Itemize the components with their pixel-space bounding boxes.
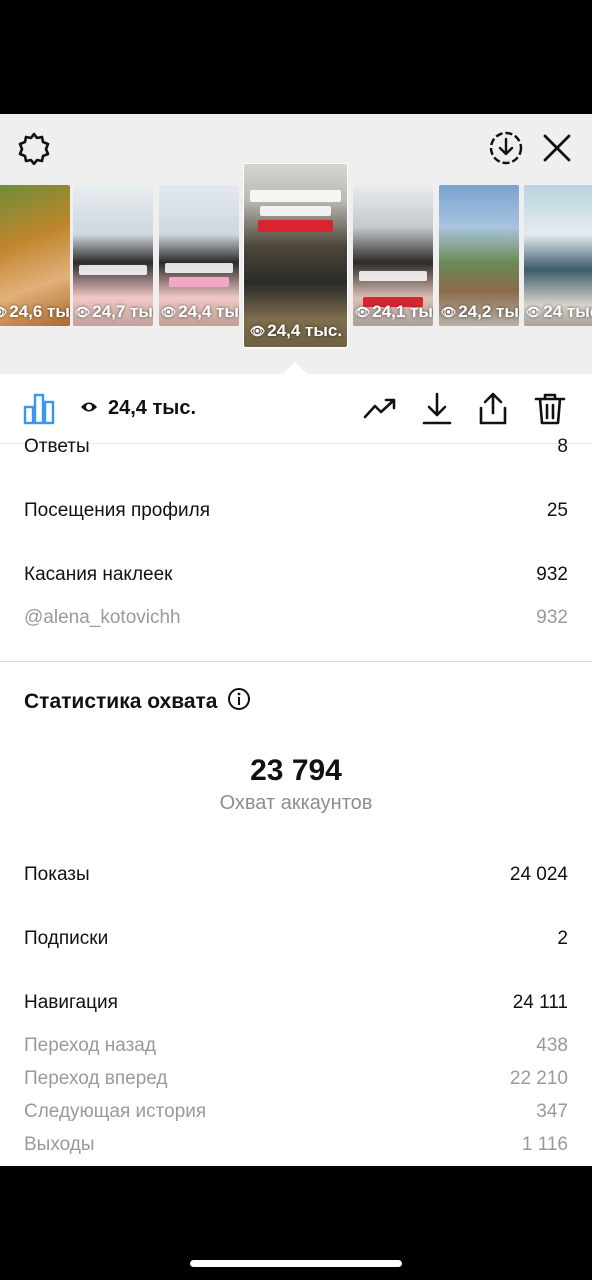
eye-icon: 👁 xyxy=(441,305,457,319)
row-value: 347 xyxy=(536,1101,568,1122)
share-icon[interactable] xyxy=(474,390,512,428)
reach-total-label: Охват аккаунтов xyxy=(219,792,373,814)
story-thumbnail[interactable]: 👁24,7 тыс. xyxy=(73,185,153,326)
story-thumbnail[interactable]: 👁24,4 тыс. xyxy=(159,185,239,326)
info-icon[interactable] xyxy=(227,687,251,717)
thumbnail-views: 👁24,2 тыс. xyxy=(441,302,519,322)
interaction-row-sticker-taps: Касания наклеек 932 xyxy=(24,564,568,586)
row-label: Показы xyxy=(24,864,90,885)
story-mention-sticker xyxy=(169,277,229,287)
navigation-row-exits: Выходы 1 116 xyxy=(24,1134,568,1156)
row-label: Переход назад xyxy=(24,1035,156,1056)
story-caption xyxy=(165,263,233,273)
thumbnail-views: 👁24,4 тыс. xyxy=(161,302,239,322)
thumbnail-views-label: 24,2 тыс. xyxy=(458,302,519,321)
eye-icon: 👁 xyxy=(75,305,91,319)
story-thumbnail-selected[interactable]: 👁 24,4 тыс. xyxy=(244,164,347,347)
section-divider xyxy=(0,661,592,662)
home-indicator[interactable] xyxy=(190,1260,402,1267)
close-icon[interactable] xyxy=(537,128,577,168)
save-story-icon[interactable] xyxy=(486,128,526,168)
thumbnail-views-label: 24 тыс. xyxy=(543,302,592,321)
thumbnail-views: 👁24,6 тыс. xyxy=(0,302,70,322)
navigation-row-next-story: Следующая история 347 xyxy=(24,1101,568,1123)
eye-icon: 👁 xyxy=(355,305,371,319)
status-bar-area xyxy=(0,0,592,114)
eye-icon: 👁 xyxy=(161,305,177,319)
reach-row-navigation: Навигация 24 111 xyxy=(24,992,568,1014)
row-value: 438 xyxy=(536,1035,568,1056)
download-icon[interactable] xyxy=(418,390,456,428)
story-caption xyxy=(260,206,331,216)
thumbnail-views-label: 24,7 тыс. xyxy=(92,302,153,321)
eye-icon xyxy=(80,397,98,420)
row-label: Касания наклеек xyxy=(24,564,173,585)
row-value: 25 xyxy=(546,500,568,521)
row-label: Посещения профиля xyxy=(24,500,210,521)
selected-pointer xyxy=(283,362,307,374)
reach-title-label: Статистика охвата xyxy=(24,690,218,713)
story-thumbnail[interactable]: 👁24,2 тыс. xyxy=(439,185,519,326)
views-count: 24,4 тыс. xyxy=(80,397,196,420)
reach-row-follows: Подписки 2 xyxy=(24,928,568,950)
thumbnail-views-label: 24,6 тыс. xyxy=(9,302,70,321)
insights-chart-icon[interactable] xyxy=(20,390,58,428)
story-caption xyxy=(250,190,341,202)
story-thumbnail[interactable]: 👁24,6 тыс. xyxy=(0,185,70,326)
delete-trash-icon[interactable] xyxy=(531,390,569,428)
thumbnail-views: 👁24,1 тыс. xyxy=(355,302,433,322)
row-label: Выходы xyxy=(24,1134,95,1155)
row-label: Следующая история xyxy=(24,1101,207,1122)
eye-icon: 👁 xyxy=(250,324,266,338)
story-caption xyxy=(359,271,427,281)
eye-icon: 👁 xyxy=(0,305,7,319)
story-thumbnail[interactable]: 👁24 тыс. xyxy=(524,185,592,326)
thumbnail-views: 👁24,4 тыс. xyxy=(250,321,342,341)
navigation-row-forward: Переход вперед 22 210 xyxy=(24,1068,568,1090)
reach-row-impressions: Показы 24 024 xyxy=(24,864,568,886)
row-label: Навигация xyxy=(24,992,118,1013)
row-value: 22 210 xyxy=(509,1068,568,1089)
thumbnail-views: 👁24,7 тыс. xyxy=(75,302,153,322)
insights-panel: 24,4 тыс. Ответы 8 Посещения профиля 25 … xyxy=(0,374,592,1166)
row-value: 8 xyxy=(557,436,568,457)
story-thumbnail[interactable]: 👁24,1 тыс. xyxy=(353,185,433,326)
navigation-row-back: Переход назад 438 xyxy=(24,1035,568,1057)
row-label: Ответы xyxy=(24,436,90,457)
reach-section-title: Статистика охвата xyxy=(24,687,251,717)
interaction-row-replies: Ответы 8 xyxy=(24,436,568,458)
reach-total: 23 794 xyxy=(250,754,342,787)
thumbnail-views-label: 24,4 тыс. xyxy=(267,321,343,340)
row-label: Подписки xyxy=(24,928,109,949)
row-value: 24 111 xyxy=(512,992,568,1013)
thumbnail-views: 👁24 тыс. xyxy=(526,302,592,322)
interaction-row-profile-visits: Посещения профиля 25 xyxy=(24,500,568,522)
row-label: Переход вперед xyxy=(24,1068,168,1089)
row-label: @alena_kotovichh xyxy=(24,607,181,628)
row-value: 1 116 xyxy=(521,1134,568,1155)
promote-trend-icon[interactable] xyxy=(361,390,399,428)
thumbnail-views-label: 24,4 тыс. xyxy=(178,302,239,321)
row-value: 932 xyxy=(536,564,568,585)
row-value: 932 xyxy=(536,607,568,628)
story-caption xyxy=(79,265,147,275)
insights-action-bar: 24,4 тыс. xyxy=(0,374,592,444)
interaction-row-mention[interactable]: @alena_kotovichh 932 xyxy=(24,607,568,629)
story-mention-sticker xyxy=(258,220,333,232)
row-value: 24 024 xyxy=(509,864,568,885)
settings-gear-icon[interactable] xyxy=(14,128,54,168)
eye-icon: 👁 xyxy=(526,305,542,319)
views-count-label: 24,4 тыс. xyxy=(108,397,197,419)
row-value: 2 xyxy=(557,928,568,949)
thumbnail-views-label: 24,1 тыс. xyxy=(372,302,433,321)
